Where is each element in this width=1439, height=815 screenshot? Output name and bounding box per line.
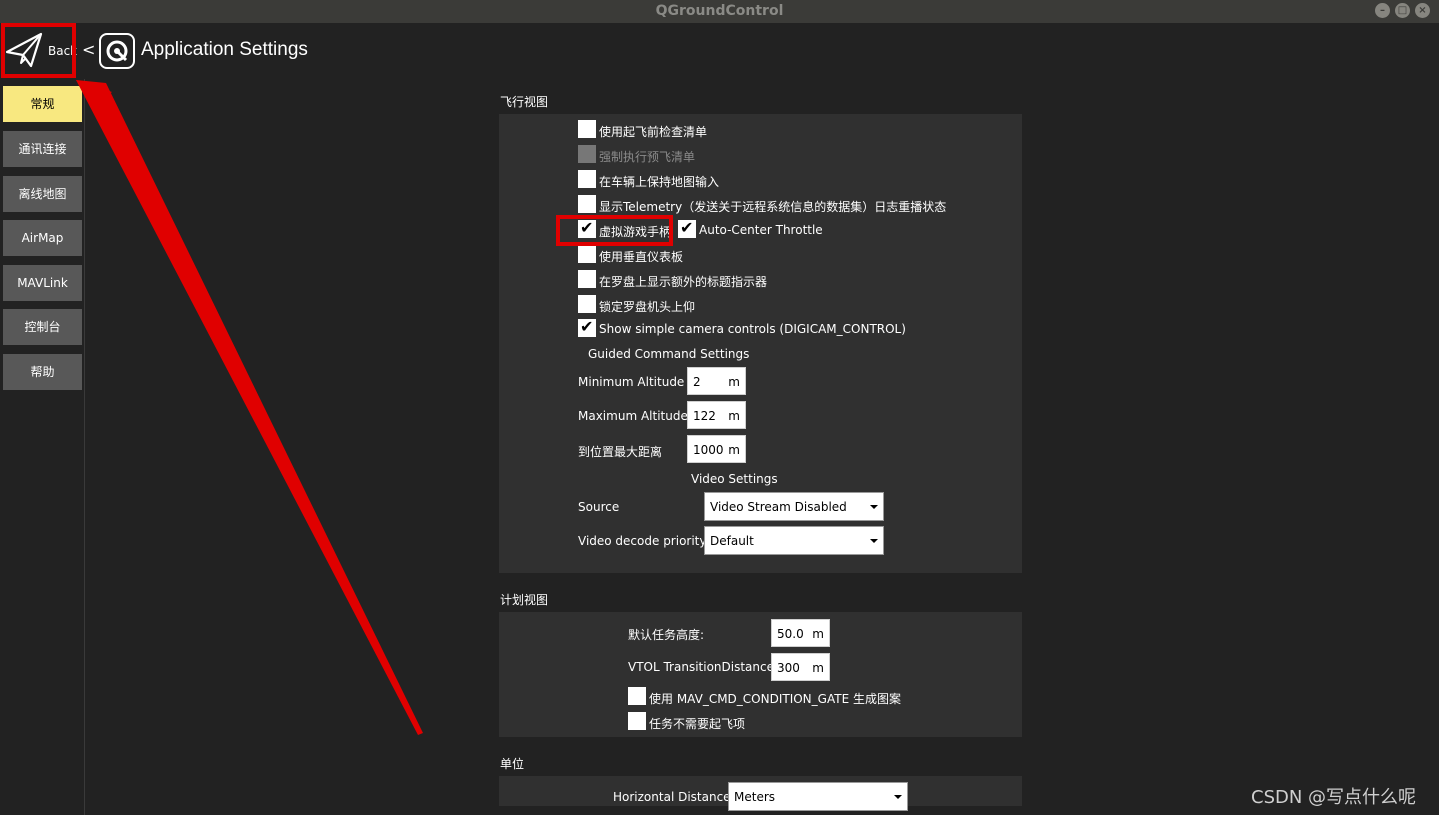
sidebar-item-general[interactable]: 常规: [3, 86, 82, 122]
video-decode-priority-dropdown[interactable]: Default: [704, 526, 884, 555]
minimum-altitude-field[interactable]: 2 m: [687, 367, 746, 395]
auto-center-throttle-checkbox[interactable]: ✔: [678, 218, 696, 238]
horizontal-distance-dropdown[interactable]: Meters: [728, 782, 908, 811]
sidebar-item-airmap[interactable]: AirMap: [3, 220, 82, 256]
vtol-transition-distance-value: 300: [777, 661, 800, 675]
horizontal-distance-label: Horizontal Distance: [613, 790, 731, 804]
video-decode-priority-value: Default: [710, 534, 754, 548]
telemetry-replay-checkbox[interactable]: [578, 195, 596, 213]
keep-map-centered-label: 在车辆上保持地图输入: [599, 175, 720, 189]
maximize-button[interactable]: □: [1395, 3, 1410, 18]
max-goto-distance-label: 到位置最大距离: [578, 445, 663, 459]
default-mission-altitude-field[interactable]: 50.0 m: [771, 619, 830, 647]
lock-compass-nose-up-label: 锁定罗盘机头上仰: [599, 300, 696, 314]
video-source-label: Source: [578, 500, 620, 514]
annotation-arrow-shaft: [76, 80, 423, 735]
check-mark-icon: ✔: [680, 218, 694, 237]
window-titlebar: QGroundControl – □ ×: [0, 0, 1439, 23]
vtol-transition-distance-label: VTOL TransitionDistance: [628, 660, 774, 674]
condition-gate-label: 使用 MAV_CMD_CONDITION_GATE 生成图案: [649, 692, 901, 706]
sidebar-item-help[interactable]: 帮助: [3, 354, 82, 390]
takeoff-not-required-label: 任务不需要起飞项: [649, 717, 746, 731]
window-title: QGroundControl: [655, 3, 784, 19]
plan-view-panel: [499, 612, 1022, 737]
lock-compass-nose-up-checkbox[interactable]: [578, 295, 596, 313]
maximum-altitude-field[interactable]: 122 m: [687, 401, 746, 429]
max-goto-distance-value: 1000: [693, 443, 724, 457]
maximum-altitude-unit: m: [728, 409, 740, 423]
keep-map-centered-checkbox[interactable]: [578, 170, 596, 188]
sidebar-item-console[interactable]: 控制台: [3, 309, 82, 345]
simple-camera-controls-checkbox[interactable]: ✔: [578, 317, 596, 337]
back-button-highlight-box: [1, 23, 76, 78]
breadcrumb-separator: <: [82, 40, 96, 59]
plan-view-section-title: 计划视图: [500, 593, 549, 607]
enforce-checklist-checkbox[interactable]: [578, 145, 596, 163]
chevron-down-icon: [870, 505, 878, 509]
guided-command-settings-heading: Guided Command Settings: [588, 347, 750, 361]
close-button[interactable]: ×: [1415, 3, 1430, 18]
telemetry-replay-label: 显示Telemetry（发送关于远程系统信息的数据集）日志重播状态: [599, 200, 947, 214]
minimum-altitude-label: Minimum Altitude: [578, 375, 685, 389]
max-goto-distance-field[interactable]: 1000 m: [687, 435, 746, 463]
video-settings-heading: Video Settings: [691, 472, 778, 486]
max-goto-distance-unit: m: [728, 443, 740, 457]
maximum-altitude-label: Maximum Altitude: [578, 409, 688, 423]
horizontal-distance-value: Meters: [734, 790, 776, 804]
sidebar-item-offline-maps[interactable]: 离线地图: [3, 176, 82, 212]
vertical-instrument-panel-label: 使用垂直仪表板: [599, 250, 684, 264]
maximum-altitude-value: 122: [693, 409, 716, 423]
check-mark-icon: ✔: [580, 317, 594, 336]
takeoff-not-required-checkbox[interactable]: [628, 712, 646, 730]
chevron-down-icon: [870, 539, 878, 543]
page-title: Application Settings: [141, 39, 308, 60]
auto-center-throttle-label: Auto-Center Throttle: [699, 223, 823, 237]
default-mission-altitude-value: 50.0: [777, 627, 804, 641]
qgc-logo-icon: [99, 33, 135, 69]
simple-camera-controls-label: Show simple camera controls (DIGICAM_CON…: [599, 322, 906, 336]
video-source-value: Video Stream Disabled: [710, 500, 847, 514]
additional-heading-indicators-label: 在罗盘上显示额外的标题指示器: [599, 275, 768, 289]
vertical-instrument-panel-checkbox[interactable]: [578, 245, 596, 263]
minimum-altitude-value: 2: [693, 375, 701, 389]
sidebar-item-comm-links[interactable]: 通讯连接: [3, 131, 82, 167]
csdn-watermark: CSDN @写点什么呢: [1251, 787, 1417, 808]
preflight-checklist-label: 使用起飞前检查清单: [599, 125, 708, 139]
enforce-checklist-label: 强制执行预飞清单: [599, 150, 696, 164]
units-section-title: 单位: [500, 757, 525, 771]
video-source-dropdown[interactable]: Video Stream Disabled: [704, 492, 884, 521]
preflight-checklist-checkbox[interactable]: [578, 120, 596, 138]
additional-heading-indicators-checkbox[interactable]: [578, 270, 596, 288]
condition-gate-checkbox[interactable]: [628, 687, 646, 705]
default-mission-altitude-unit: m: [812, 627, 824, 641]
minimize-button[interactable]: –: [1375, 3, 1390, 18]
virtual-joystick-highlight-box: [556, 215, 673, 246]
default-mission-altitude-label: 默认任务高度:: [628, 628, 705, 642]
fly-view-section-title: 飞行视图: [500, 95, 549, 109]
video-decode-priority-label: Video decode priority: [578, 534, 707, 548]
chevron-down-icon: [894, 795, 902, 799]
sidebar-item-mavlink[interactable]: MAVLink: [3, 265, 82, 301]
vtol-transition-distance-field[interactable]: 300 m: [771, 653, 830, 681]
minimum-altitude-unit: m: [728, 375, 740, 389]
vtol-transition-distance-unit: m: [812, 661, 824, 675]
